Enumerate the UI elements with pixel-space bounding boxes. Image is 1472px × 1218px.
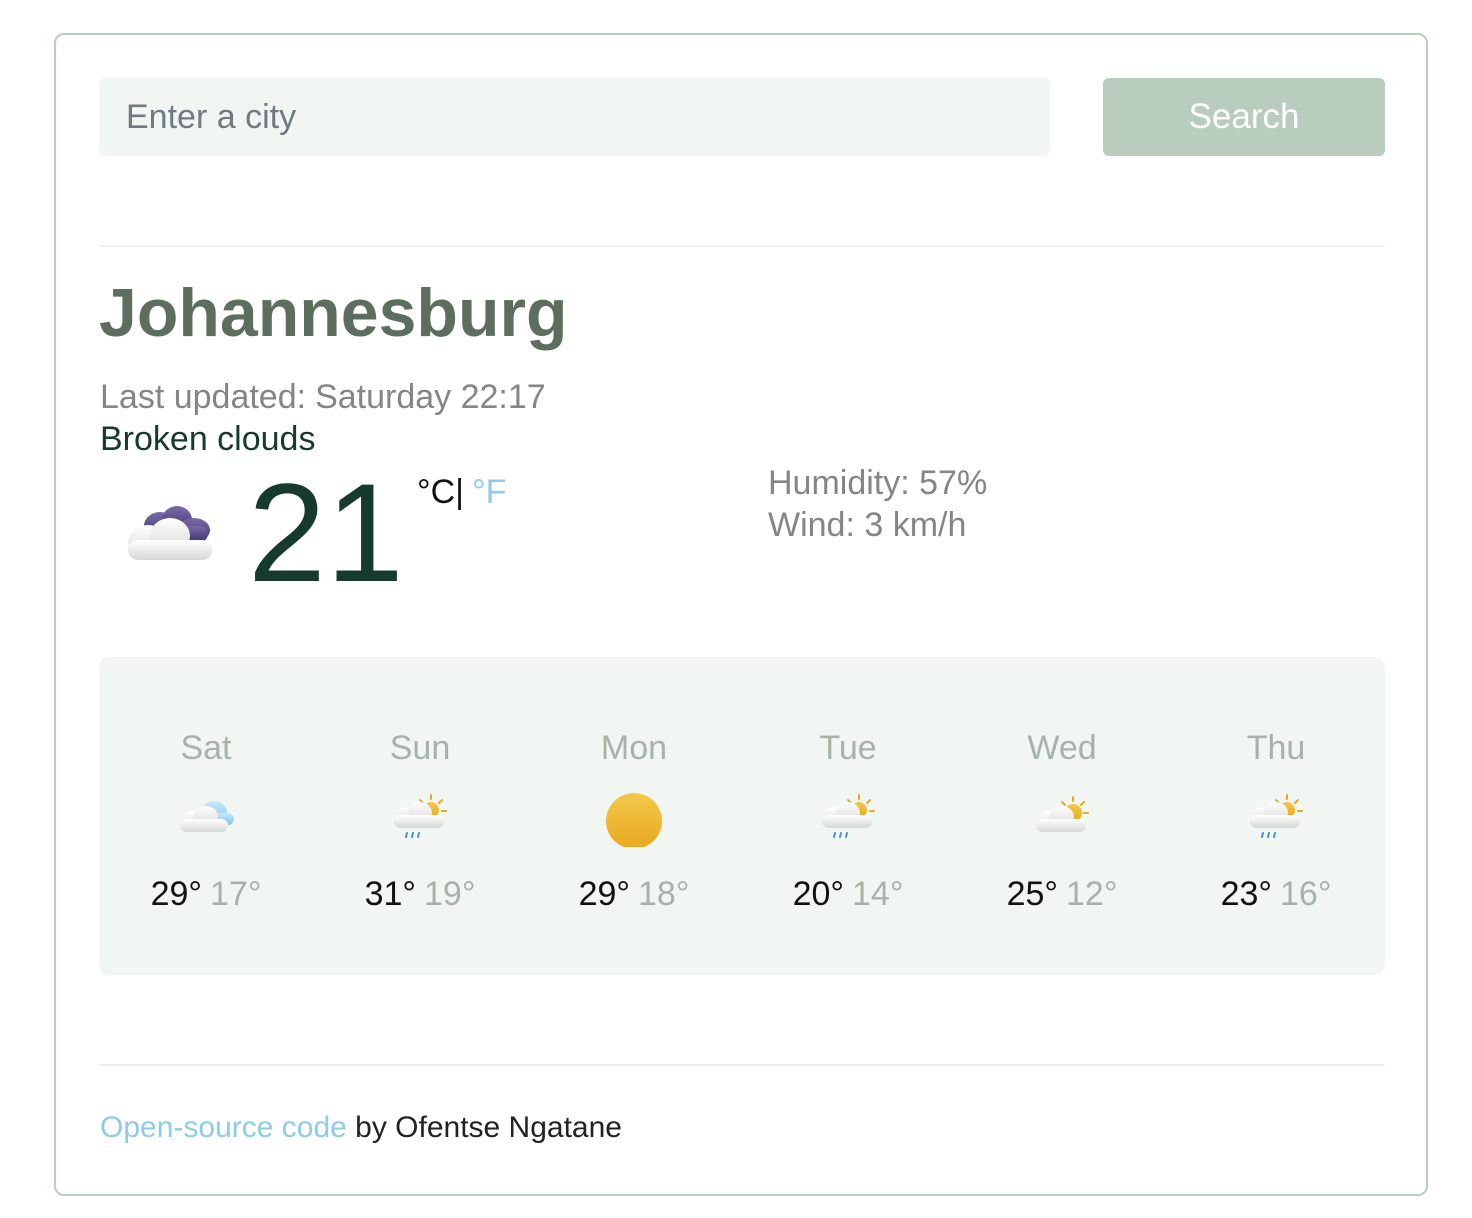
sun-icon: [606, 793, 662, 847]
cloudy-icon: [180, 801, 234, 832]
forecast-day-name: Sun: [389, 729, 451, 767]
open-source-link[interactable]: Open-source code: [100, 1111, 347, 1144]
unit-separator: |: [455, 473, 464, 511]
forecast-min: 17°: [210, 875, 262, 913]
sun-rain-cloud-icon: [822, 794, 875, 838]
forecast-max: 29°: [578, 875, 630, 913]
forecast-min: 19°: [424, 875, 476, 913]
celsius-unit[interactable]: °C: [417, 473, 455, 511]
forecast-temps: 23° 16°: [1169, 873, 1383, 915]
forecast-min: 16°: [1280, 875, 1332, 913]
forecast-temps: 20° 14°: [741, 873, 955, 915]
forecast-day-name: Tue: [819, 729, 877, 767]
forecast-max: 23°: [1220, 875, 1272, 913]
wind: Wind: 3 km/h: [768, 506, 967, 544]
forecast-temps: 29° 17°: [99, 873, 313, 915]
forecast-min: 12°: [1066, 875, 1118, 913]
search-button[interactable]: Search: [1103, 78, 1385, 156]
forecast-max: 25°: [1006, 875, 1058, 913]
sun-rain-cloud-icon: [394, 794, 447, 838]
last-updated-value: Saturday 22:17: [315, 378, 546, 416]
forecast-max: 20°: [792, 875, 844, 913]
forecast-day-name: Mon: [600, 729, 668, 767]
weather-card: [54, 33, 1428, 1196]
forecast-max: 31°: [364, 875, 416, 913]
city-search-input[interactable]: [99, 78, 1050, 156]
last-updated: Last updated: Saturday 22:17: [100, 376, 546, 418]
footer: Open-source code by Ofentse Ngatane: [100, 1108, 622, 1148]
forecast-day-name: Thu: [1246, 729, 1306, 767]
forecast-day-name: Wed: [1027, 729, 1097, 767]
weather-details: Humidity: 57% Wind: 3 km/h: [768, 462, 987, 546]
sun-rain-cloud-icon: [1250, 794, 1303, 838]
forecast-temps: 31° 19°: [313, 873, 527, 915]
broken-clouds-night-icon: [128, 506, 212, 560]
humidity: Humidity: 57%: [768, 464, 988, 502]
footer-author: by Ofentse Ngatane: [346, 1111, 622, 1144]
top-divider: [99, 245, 1385, 247]
partly-cloudy-icon: [1036, 796, 1089, 832]
forecast-temps: 29° 18°: [527, 873, 741, 915]
forecast-min: 14°: [852, 875, 904, 913]
forecast-day-name: Sat: [180, 729, 232, 767]
last-updated-label: Last updated:: [100, 378, 307, 416]
forecast-temps: 25° 12°: [955, 873, 1169, 915]
current-temperature: 21: [248, 454, 404, 611]
unit-toggle: °C| °F: [417, 472, 506, 512]
forecast-panel: Sat 29° 17° Sun 31° 19° Mon 29° 18° Tue …: [99, 657, 1385, 975]
fahrenheit-link[interactable]: °F: [472, 473, 506, 511]
forecast-min: 18°: [638, 875, 690, 913]
forecast-max: 29°: [150, 875, 202, 913]
footer-divider: [99, 1064, 1385, 1066]
city-name: Johannesburg: [99, 275, 568, 351]
